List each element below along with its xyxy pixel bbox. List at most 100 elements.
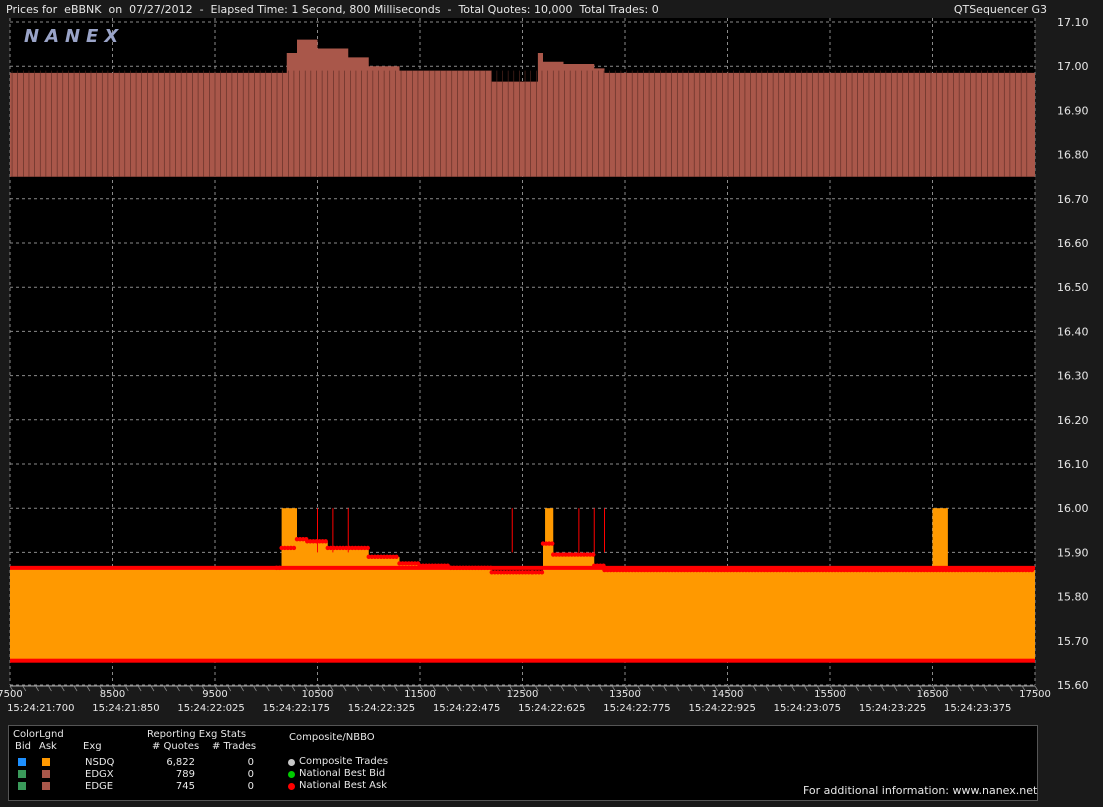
x-time-label: 15:24:22:175 bbox=[263, 703, 330, 714]
x-minor-tick bbox=[868, 685, 872, 692]
quotes-edgx: 789 bbox=[175, 769, 195, 780]
x-minor-tick bbox=[48, 685, 52, 692]
x-minor-tick bbox=[355, 685, 360, 692]
x-tick-label: 17500 bbox=[1019, 689, 1051, 700]
x-time-label: 15:24:23:075 bbox=[774, 703, 841, 714]
x-minor-tick bbox=[650, 685, 654, 692]
edge-bid-swatch bbox=[18, 782, 26, 790]
national-best-ask-label: National Best Ask bbox=[299, 780, 388, 791]
x-minor-tick bbox=[496, 685, 501, 692]
x-minor-tick bbox=[150, 685, 155, 692]
legend-panel: ColorLgnd Bid Ask Exg Reporting Exg Stat… bbox=[8, 725, 1038, 801]
x-minor-tick bbox=[227, 685, 232, 692]
bid-spike bbox=[545, 508, 554, 568]
nbbo-ask-dot bbox=[394, 554, 399, 560]
x-tick-label: 16500 bbox=[917, 689, 949, 700]
x-tick-label: 8500 bbox=[100, 689, 125, 700]
y-tick-label: 15.60 bbox=[1057, 679, 1089, 692]
x-minor-tick bbox=[368, 685, 373, 692]
x-time-label: 15:24:22:775 bbox=[603, 703, 670, 714]
x-minor-tick bbox=[278, 685, 283, 692]
exg-header: Exg bbox=[83, 741, 102, 752]
nbbo-ask-dot bbox=[365, 545, 370, 551]
x-minor-tick bbox=[778, 685, 783, 692]
x-time-label: 15:24:23:375 bbox=[944, 703, 1011, 714]
trades-nsdq: 0 bbox=[247, 757, 254, 768]
edgx-ask-swatch bbox=[42, 770, 50, 778]
x-minor-tick bbox=[957, 685, 962, 692]
x-minor-tick bbox=[599, 685, 603, 692]
x-minor-tick bbox=[573, 685, 578, 692]
x-minor-tick bbox=[586, 685, 590, 692]
nbbo-ask-dot bbox=[323, 539, 328, 544]
x-minor-tick bbox=[137, 685, 142, 692]
x-minor-tick bbox=[547, 685, 552, 692]
x-minor-tick bbox=[970, 685, 975, 692]
x-tick-label: 10500 bbox=[302, 689, 334, 700]
x-minor-tick bbox=[73, 685, 78, 692]
quotes-edge: 745 bbox=[175, 781, 195, 792]
x-tick-label: 7500 bbox=[0, 689, 23, 700]
reporting-title: Reporting Exg Stats bbox=[147, 729, 247, 740]
nbbo-ask-dot bbox=[291, 545, 297, 551]
y-axis: 17.10 17.00 16.90 16.80 16.70 16.60 16.50 16.40… bbox=[1057, 16, 1089, 692]
nbbo-ask-dot bbox=[277, 565, 282, 571]
x-minor-tick bbox=[176, 685, 180, 692]
national-best-ask-dot bbox=[288, 783, 295, 790]
x-minor-tick bbox=[394, 685, 398, 692]
x-time-label: 15:24:21:700 bbox=[7, 703, 74, 714]
x-minor-tick bbox=[983, 685, 988, 692]
x-minor-tick bbox=[445, 685, 449, 692]
nbbo-ask-dot bbox=[1029, 567, 1035, 573]
y-tick-label: 16.80 bbox=[1057, 149, 1089, 162]
y-tick-label: 16.50 bbox=[1057, 281, 1089, 294]
nbbo-ask-dot bbox=[488, 565, 493, 571]
exg-row-nsdq: NSDQ bbox=[85, 757, 115, 768]
y-tick-label: 16.30 bbox=[1057, 370, 1089, 383]
x-minor-tick bbox=[701, 685, 706, 692]
y-tick-label: 17.00 bbox=[1057, 60, 1089, 73]
x-minor-tick bbox=[560, 685, 565, 692]
x-minor-tick bbox=[60, 685, 65, 692]
ask-header: Ask bbox=[39, 741, 57, 752]
national-best-bid-dot bbox=[288, 771, 295, 778]
nbbo-ask-dot bbox=[601, 563, 606, 568]
composite-trades-dot bbox=[288, 759, 295, 766]
x-tick-label: 14500 bbox=[712, 689, 744, 700]
x-time-label: 15:24:22:475 bbox=[433, 703, 500, 714]
x-minor-tick bbox=[688, 685, 693, 692]
x-minor-tick bbox=[22, 685, 27, 692]
nbbo-ask-dot bbox=[539, 570, 545, 575]
y-tick-label: 15.80 bbox=[1057, 591, 1089, 604]
x-minor-tick bbox=[265, 685, 270, 692]
trades-edgx: 0 bbox=[247, 769, 254, 780]
exg-row-edgx: EDGX bbox=[85, 769, 114, 780]
x-time-label: 15:24:22:325 bbox=[348, 703, 415, 714]
edgx-bid-swatch bbox=[18, 770, 26, 778]
national-best-bid-label: National Best Bid bbox=[299, 768, 386, 779]
y-tick-label: 15.90 bbox=[1057, 546, 1089, 559]
x-minor-tick bbox=[470, 685, 475, 692]
y-tick-label: 16.40 bbox=[1057, 325, 1089, 338]
x-minor-tick bbox=[855, 685, 859, 692]
x-minor-tick bbox=[189, 685, 193, 692]
x-tick-label: 12500 bbox=[507, 689, 539, 700]
edge-ask-swatch bbox=[42, 782, 50, 790]
x-minor-tick bbox=[381, 685, 385, 692]
nbbo-ask-dot bbox=[591, 552, 596, 557]
trades-header: # Trades bbox=[212, 741, 257, 752]
y-tick-label: 16.20 bbox=[1057, 414, 1089, 427]
x-minor-tick bbox=[791, 685, 795, 692]
x-axis: 7500 8500 9500 10500 11500 12500 13500 14500 155… bbox=[0, 685, 1051, 714]
quotes-header: # Quotes bbox=[152, 741, 200, 752]
x-minor-tick bbox=[880, 685, 885, 692]
bid-spike bbox=[281, 508, 297, 568]
x-minor-tick bbox=[483, 685, 488, 692]
bid-spike bbox=[932, 508, 948, 568]
x-minor-tick bbox=[458, 685, 462, 692]
x-minor-tick bbox=[342, 685, 347, 692]
nsdq-bid-swatch bbox=[18, 758, 26, 766]
x-time-label: 15:24:22:625 bbox=[518, 703, 585, 714]
quotes-nsdq: 6,822 bbox=[166, 757, 195, 768]
x-minor-tick bbox=[291, 685, 296, 692]
